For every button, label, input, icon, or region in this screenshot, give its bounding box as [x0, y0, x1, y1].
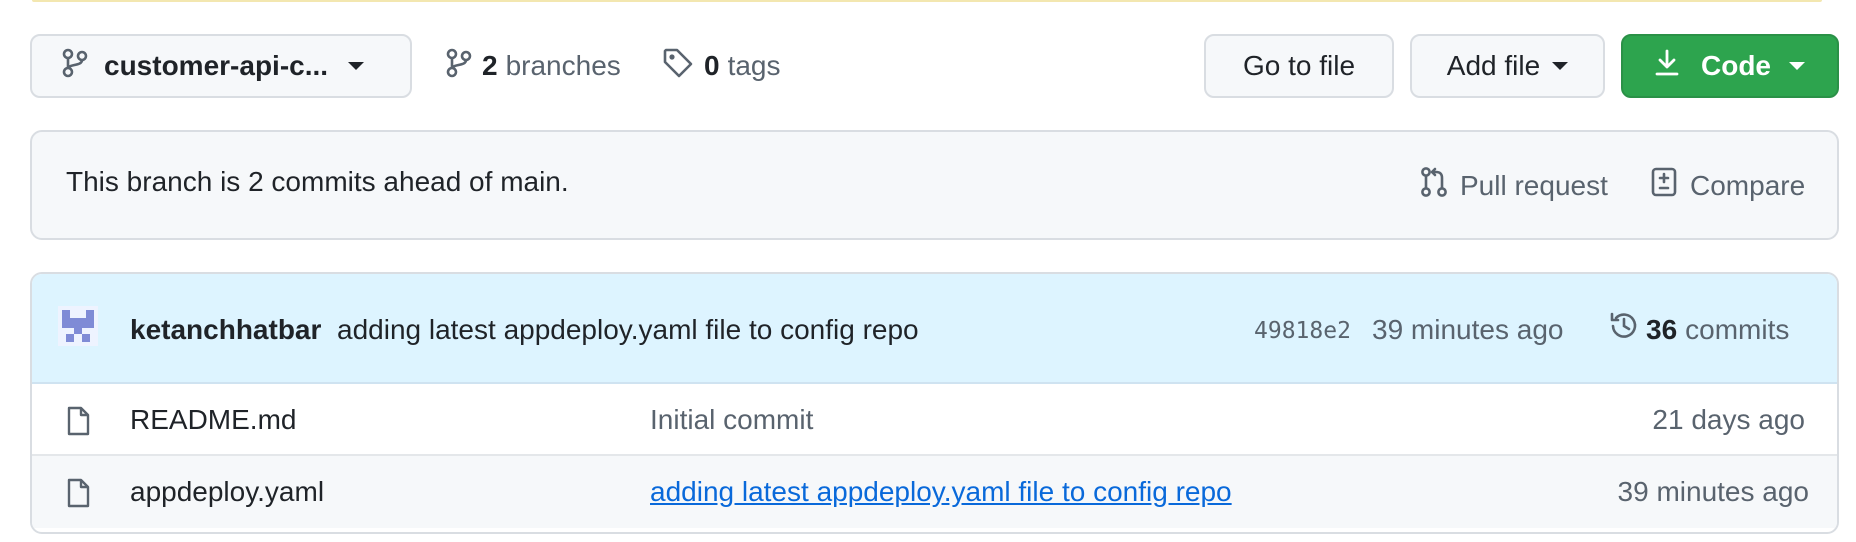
latest-commit-bar: ketanchhatbar adding latest appdeploy.ya… [32, 274, 1837, 384]
chevron-down-icon [348, 62, 365, 70]
add-file-label: Add file [1446, 50, 1541, 81]
tags-label: tags [727, 50, 781, 81]
file-commit-time: 21 days ago [1652, 404, 1805, 435]
go-to-file-button[interactable]: Go to file [1204, 34, 1394, 98]
file-row[interactable]: README.md Initial commit 21 days ago [32, 384, 1837, 456]
pull-request-icon [1420, 166, 1460, 205]
add-file-button[interactable]: Add file [1410, 34, 1605, 98]
commit-time: 39 minutes ago [1372, 314, 1564, 345]
chevron-down-icon [1789, 62, 1805, 70]
pull-request-link[interactable]: Pull request [1420, 166, 1608, 205]
branches-count: 2 [482, 50, 498, 81]
code-label: Code [1701, 50, 1771, 81]
branch-ahead-banner: This branch is 2 commits ahead of main. … [30, 130, 1839, 240]
commits-count: 36 [1646, 313, 1678, 345]
pull-request-label: Pull request [1460, 169, 1608, 201]
tag-icon [662, 47, 694, 86]
commit-author[interactable]: ketanchhatbar [130, 314, 321, 346]
file-browser: ketanchhatbar adding latest appdeploy.ya… [30, 272, 1839, 534]
avatar[interactable] [58, 306, 98, 346]
branch-select-button[interactable]: customer-api-c... [30, 34, 412, 98]
file-commit-message[interactable]: Initial commit [650, 404, 813, 436]
file-icon [66, 406, 90, 441]
git-branch-icon [446, 48, 472, 85]
file-name[interactable]: appdeploy.yaml [130, 476, 324, 508]
commits-history-link[interactable]: 36 commits [1608, 310, 1789, 349]
file-name[interactable]: README.md [130, 404, 296, 436]
git-branch-icon [62, 48, 88, 85]
tags-link[interactable]: 0 tags [662, 44, 781, 88]
history-icon [1608, 310, 1640, 349]
branch-name: customer-api-c... [104, 50, 329, 81]
chevron-down-icon [1552, 62, 1569, 70]
compare-link[interactable]: Compare [1650, 166, 1805, 205]
compare-label: Compare [1690, 169, 1806, 201]
code-button[interactable]: Code [1621, 34, 1839, 98]
tags-count: 0 [704, 50, 720, 81]
commits-label: commits [1685, 313, 1790, 345]
file-row[interactable]: appdeploy.yaml adding latest appdeploy.y… [32, 456, 1837, 528]
branches-label: branches [505, 50, 621, 81]
file-icon [66, 478, 90, 513]
file-commit-time: 39 minutes ago [1617, 476, 1809, 507]
commit-message[interactable]: adding latest appdeploy.yaml file to con… [337, 314, 919, 346]
branch-toolbar: customer-api-c... 2 branches 0 tags Go t… [0, 0, 1856, 110]
compare-icon [1650, 166, 1690, 205]
branches-link[interactable]: 2 branches [446, 44, 621, 88]
ahead-message: This branch is 2 commits ahead of main. [66, 166, 569, 197]
file-commit-message[interactable]: adding latest appdeploy.yaml file to con… [650, 476, 1232, 508]
commit-sha[interactable]: 49818e2 [1254, 318, 1351, 344]
download-icon [1655, 49, 1679, 84]
